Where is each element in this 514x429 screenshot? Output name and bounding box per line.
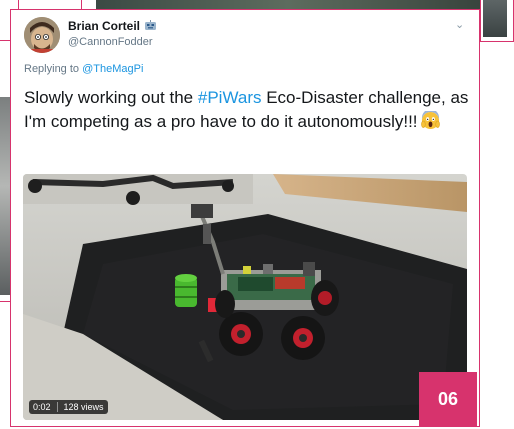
robot-emoji-icon: [145, 20, 157, 30]
author-name[interactable]: Brian Corteil: [68, 19, 157, 33]
video-stats-badge: 0:02 128 views: [29, 400, 108, 414]
video-thumbnail: [23, 174, 467, 420]
background-card-right: [480, 0, 514, 42]
video-player[interactable]: 0:02 128 views: [23, 174, 467, 420]
background-photo: [483, 0, 507, 37]
avatar[interactable]: [24, 17, 60, 53]
face-screaming-in-fear-icon: [420, 111, 440, 130]
video-time: 0:02: [33, 402, 51, 412]
page-number: 06: [419, 372, 477, 426]
tweet-text: Slowly working out the #PiWars Eco-Disas…: [24, 86, 476, 134]
replying-to: Replying to @TheMagPi: [24, 63, 143, 75]
avatar-image: [24, 17, 60, 53]
tweet-text-part: Slowly working out the: [24, 88, 198, 107]
hashtag-link[interactable]: #PiWars: [198, 88, 262, 107]
badge-divider: [56, 402, 58, 412]
reply-to-link[interactable]: @TheMagPi: [82, 63, 143, 75]
chevron-down-icon[interactable]: ⌄: [455, 18, 464, 31]
tweet-card[interactable]: Brian Corteil @CannonFodder ⌄ Replying t…: [10, 9, 480, 427]
reply-prefix: Replying to: [24, 63, 80, 75]
wheel: [219, 312, 263, 356]
author-handle[interactable]: @CannonFodder: [68, 36, 153, 48]
author-name-text[interactable]: Brian Corteil: [68, 19, 140, 33]
video-views: 128 views: [63, 402, 104, 412]
